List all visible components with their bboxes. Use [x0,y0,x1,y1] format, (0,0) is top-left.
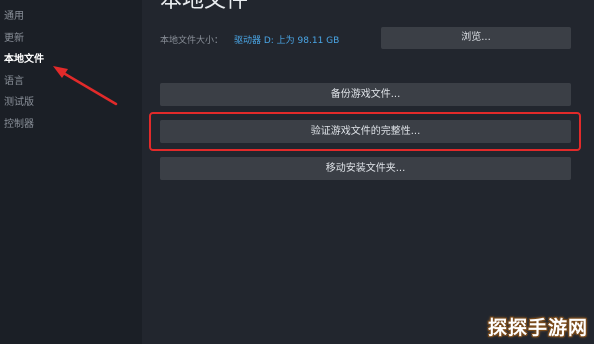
sidebar-item-general[interactable]: 通用 [4,10,24,24]
local-files-size-label: 本地文件大小： [160,36,224,46]
page-title: 本地文件 [160,0,249,13]
settings-sidebar: 通用 更新 本地文件 语言 测试版 控制器 [0,0,142,344]
drive-info: 驱动器 D: 上为 98.11 GB [234,36,340,46]
sidebar-item-language[interactable]: 语言 [4,75,24,89]
highlight-box [149,112,581,151]
sidebar-item-updates[interactable]: 更新 [4,32,24,46]
move-install-folder-button[interactable]: 移动安装文件夹... [160,157,571,180]
backup-game-files-button[interactable]: 备份游戏文件... [160,83,571,106]
sidebar-item-betas[interactable]: 测试版 [4,96,34,110]
sidebar-item-controller[interactable]: 控制器 [4,118,34,132]
browse-button[interactable]: 浏览... [381,27,571,49]
watermark-logo: 探探手游网 [487,317,588,339]
sidebar-item-local-files[interactable]: 本地文件 [4,53,44,67]
